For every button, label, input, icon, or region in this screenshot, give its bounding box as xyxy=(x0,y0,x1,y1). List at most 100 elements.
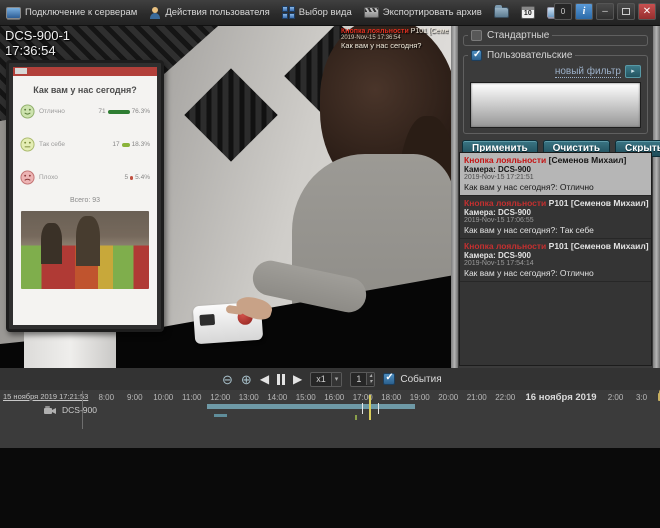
standard-filters-group: Стандартные xyxy=(463,30,648,46)
spinner-arrows[interactable] xyxy=(366,373,374,385)
event-list: Кнопка лояльности [Семенов Михаил] Камер… xyxy=(459,152,652,366)
event-title: Кнопка лояльности xyxy=(464,155,546,165)
badge-button[interactable]: 0 xyxy=(554,3,572,20)
window-controls: 0 i – ✕ xyxy=(554,3,656,20)
tick-label: 14:00 xyxy=(263,393,292,402)
maximize-button[interactable] xyxy=(617,3,635,20)
grocery-person xyxy=(76,216,100,266)
custom-filters-listbox[interactable] xyxy=(470,82,641,128)
event-item[interactable]: Кнопка лояльности Р101 [Семенов Михаил] … xyxy=(460,239,651,282)
filters-panel: Стандартные Пользовательские новый фильт… xyxy=(458,26,653,368)
tick-label: 21:00 xyxy=(463,393,492,402)
speed-value: x1 xyxy=(311,374,331,384)
option-bar xyxy=(122,143,130,147)
zoom-in-icon[interactable] xyxy=(241,373,252,386)
camera-overlay: DCS-900-1 17:36:54 xyxy=(5,28,70,58)
timeline-panel[interactable]: 15 ноября 2019 17:21:53 8:00 9:00 10:00 … xyxy=(0,390,660,448)
foam-diamond xyxy=(184,68,277,161)
option-label: Так себе xyxy=(39,141,65,148)
option-bar xyxy=(108,110,130,114)
layout-grid-icon xyxy=(282,6,295,19)
user-actions-button[interactable]: Действия пользователя xyxy=(149,7,269,19)
custom-filters-checkbox[interactable] xyxy=(471,50,482,61)
folder-button[interactable] xyxy=(494,7,509,18)
option-percent: 5.4% xyxy=(135,174,150,181)
event-item[interactable]: Кнопка лояльности Р101 [Семенов Михаил] … xyxy=(460,196,651,239)
kiosk-total: Всего: 93 xyxy=(13,197,157,204)
export-archive-button[interactable]: Экспортировать архив xyxy=(364,7,482,18)
event-marker xyxy=(362,403,363,414)
kiosk-monitor: Как вам у нас сегодня? Отлично 71 76.3% xyxy=(6,60,164,332)
custom-filters-label: Пользовательские xyxy=(487,50,572,61)
kiosk-option-row: Отлично 71 76.3% xyxy=(13,95,157,128)
option-label: Плохо xyxy=(39,174,58,181)
event-subject: [Семенов Михаил] xyxy=(549,155,627,165)
kiosk-tab xyxy=(15,68,27,74)
tick-label: 10:00 xyxy=(149,393,178,402)
current-position-link[interactable]: 15 ноября 2019 17:21:53 xyxy=(3,392,88,401)
standard-filters-checkbox[interactable] xyxy=(471,30,482,41)
view-select-button[interactable]: Выбор вида xyxy=(282,6,352,19)
chevron-down-icon[interactable] xyxy=(331,373,342,386)
connect-servers-button[interactable]: Подключение к серверам xyxy=(6,7,137,19)
archive-bar[interactable] xyxy=(207,404,415,409)
option-label: Отлично xyxy=(39,108,65,115)
event-title: Кнопка лояльности xyxy=(464,241,546,251)
event-timestamp: 2019-Nov-15 17:54:14 xyxy=(464,260,647,268)
tick-label: 18:00 xyxy=(377,393,406,402)
film-icon xyxy=(364,7,379,18)
event-item-selected[interactable]: Кнопка лояльности [Семенов Михаил] Камер… xyxy=(460,153,651,196)
tick-label: 16:00 xyxy=(320,393,349,402)
minimize-button[interactable]: – xyxy=(596,3,614,20)
folder-icon xyxy=(494,7,509,18)
event-subject: Р101 [Семенов Михаил] xyxy=(549,241,649,251)
event-overlay: Кнопка лояльности Р101 [Семенов Михаил] … xyxy=(341,28,449,50)
calendar-button[interactable]: 10 xyxy=(521,6,535,19)
new-filter-add-button[interactable] xyxy=(625,65,641,78)
sad-face-icon xyxy=(20,170,35,185)
zoom-out-icon[interactable] xyxy=(222,373,233,386)
happy-face-icon xyxy=(20,104,35,119)
timeline-camera-row[interactable]: DCS-900 xyxy=(44,405,97,415)
play-button[interactable] xyxy=(293,373,302,385)
device-screen xyxy=(199,314,215,326)
kiosk-option-row: Так себе 17 18.3% xyxy=(13,128,157,161)
step-spinner[interactable]: 1 xyxy=(350,372,375,387)
new-filter-link[interactable]: новый фильтр xyxy=(555,66,621,78)
vertical-scrollbar[interactable] xyxy=(451,26,458,375)
playback-bar: x1 1 События xyxy=(0,368,660,390)
tick-label: 12:00 xyxy=(206,393,235,402)
grocery-person xyxy=(41,223,61,264)
event-timestamp: 2019-Nov-15 17:06:55 xyxy=(464,217,647,225)
events-checkbox-label: События xyxy=(400,374,441,385)
kiosk-titlebar xyxy=(13,67,157,76)
event-overlay-question: Как вам у нас сегодня? xyxy=(341,41,449,50)
standard-filters-label: Стандартные xyxy=(487,30,549,41)
kiosk-question: Как вам у нас сегодня? xyxy=(13,85,157,95)
event-camera: Камера: DCS-900 xyxy=(464,251,647,260)
maximize-icon xyxy=(622,8,630,15)
close-button[interactable]: ✕ xyxy=(638,3,656,20)
tick-label: 2:00 xyxy=(603,393,629,402)
tick-label: 9:00 xyxy=(121,393,150,402)
event-overlay-subject: Р101 [Семенов Михаил] xyxy=(411,28,449,35)
event-camera: Камера: DCS-900 xyxy=(464,208,647,217)
pause-button[interactable] xyxy=(277,374,285,385)
previous-frame-button[interactable] xyxy=(260,373,269,385)
video-view[interactable]: Как вам у нас сегодня? Отлично 71 76.3% xyxy=(0,26,451,368)
event-marker xyxy=(378,403,379,414)
events-checkbox[interactable] xyxy=(383,373,395,385)
speed-dropdown[interactable]: x1 xyxy=(310,372,342,387)
vertical-scrollbar[interactable] xyxy=(653,26,660,375)
playhead[interactable] xyxy=(369,395,371,420)
event-timestamp: 2019-Nov-15 17:21:51 xyxy=(464,174,647,182)
next-date-label: 16 ноября 2019 xyxy=(520,392,603,403)
option-percent: 76.3% xyxy=(132,108,150,115)
event-camera: Камера: DCS-900 xyxy=(464,165,647,174)
info-button[interactable]: i xyxy=(575,3,593,20)
option-count: 71 xyxy=(98,108,105,115)
tick-label: 8:00 xyxy=(92,393,121,402)
connect-servers-label: Подключение к серверам xyxy=(25,7,137,18)
grocery-image xyxy=(21,211,149,289)
event-title: Кнопка лояльности xyxy=(464,198,546,208)
